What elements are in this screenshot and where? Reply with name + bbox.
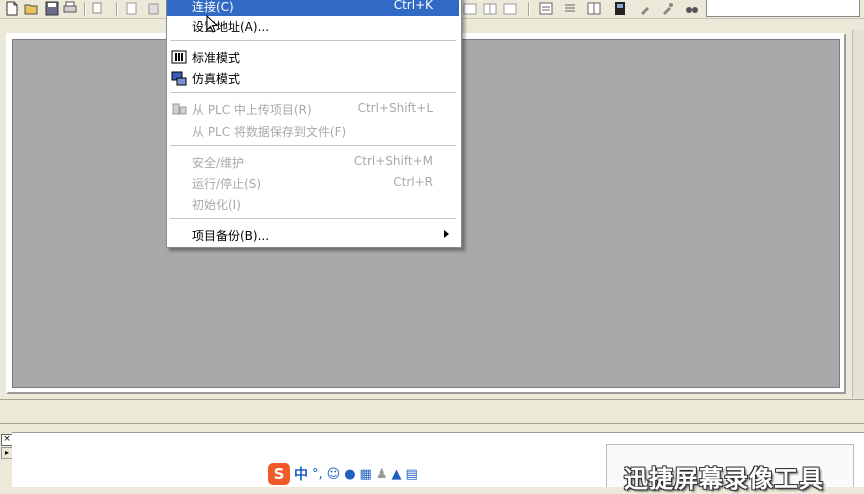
grid-menu-icon[interactable]: ▤ (406, 467, 418, 482)
menu-item-connect[interactable]: 连接(C) Ctrl+K (167, 0, 459, 16)
menu-item-security-maintenance[interactable]: 安全/维护 Ctrl+Shift+M (167, 151, 459, 172)
menu-item-label: 项目备份(B)... (192, 229, 270, 243)
vertical-scrollbar[interactable] (852, 30, 864, 398)
menu-item-standard-mode[interactable]: 标准模式 (167, 46, 459, 67)
standard-mode-icon (171, 49, 187, 65)
open-folder-icon[interactable] (24, 1, 40, 16)
menu-item-shortcut: Ctrl+R (393, 175, 433, 189)
ime-punctuation-toggle[interactable]: °, (312, 467, 323, 482)
mouse-cursor-icon (206, 15, 218, 33)
tile-icon[interactable] (462, 1, 478, 16)
keyboard-icon[interactable]: ▦ (360, 467, 372, 482)
new-file-icon[interactable] (4, 1, 20, 16)
menu-item-label: 连接(C) (192, 0, 234, 14)
cut-icon[interactable] (124, 1, 140, 16)
menu-item-run-stop[interactable]: 运行/停止(S) Ctrl+R (167, 172, 459, 193)
divider (0, 399, 864, 400)
menu-item-label: 标准模式 (192, 51, 241, 65)
menu-item-initialize[interactable]: 初始化(I) (167, 193, 459, 214)
ime-logo-icon[interactable]: S (268, 463, 290, 485)
window-icon[interactable] (502, 1, 518, 16)
menu-item-shortcut: Ctrl+Shift+L (357, 101, 433, 115)
menu-item-project-backup[interactable]: 项目备份(B)... (167, 224, 459, 245)
menu-item-simulation-mode[interactable]: 仿真模式 (167, 67, 459, 88)
user-icon[interactable]: ♟ (376, 467, 388, 482)
list2-icon[interactable] (562, 1, 578, 16)
paste-icon[interactable] (146, 1, 162, 16)
ime-language-toggle[interactable]: 中 (294, 464, 308, 484)
divider (0, 423, 864, 424)
menu-item-label: 运行/停止(S) (192, 177, 262, 191)
menu-item-label: 设置地址(A)... (192, 20, 270, 34)
menu-item-shortcut: Ctrl+K (393, 0, 433, 12)
skin-icon[interactable]: ▲ (392, 467, 402, 482)
watermark-text: 迅捷屏幕录像工具 (624, 465, 824, 493)
menu-item-label: 初始化(I) (192, 198, 241, 212)
table-icon[interactable] (586, 1, 602, 16)
save-icon[interactable] (44, 1, 60, 16)
upload-icon (171, 101, 187, 117)
ime-toolbar: S 中 °, ☺ ● ▦ ♟ ▲ ▤ (266, 463, 420, 485)
menu-item-label: 从 PLC 中上传项目(R) (192, 103, 312, 117)
list-icon[interactable] (538, 1, 554, 16)
menu-item-label: 仿真模式 (192, 72, 241, 86)
menu-item-save-plc-data[interactable]: 从 PLC 将数据保存到文件(F) (167, 120, 459, 141)
emoji-icon[interactable]: ☺ (327, 467, 341, 482)
online-dropdown-menu: 连接(C) Ctrl+K 设置地址(A)... 标准模式 仿真模式 从 PLC … (166, 0, 462, 248)
menu-item-shortcut: Ctrl+Shift+M (353, 154, 433, 168)
submenu-arrow-icon (444, 230, 449, 238)
menu-item-label: 从 PLC 将数据保存到文件(F) (192, 125, 347, 139)
print-icon[interactable] (62, 1, 78, 16)
tool2-icon[interactable] (660, 1, 676, 16)
device-icon[interactable] (612, 1, 628, 16)
cascade-icon[interactable] (482, 1, 498, 16)
simulation-mode-icon (171, 70, 187, 86)
tool-icon[interactable] (638, 1, 654, 16)
toolbar-combo-field[interactable] (706, 0, 860, 17)
binoculars-icon[interactable] (684, 1, 700, 16)
menu-item-label: 安全/维护 (192, 156, 245, 170)
menu-item-upload-project[interactable]: 从 PLC 中上传项目(R) Ctrl+Shift+L (167, 98, 459, 119)
copy-icon[interactable] (90, 1, 106, 16)
microphone-icon[interactable]: ● (344, 467, 355, 482)
